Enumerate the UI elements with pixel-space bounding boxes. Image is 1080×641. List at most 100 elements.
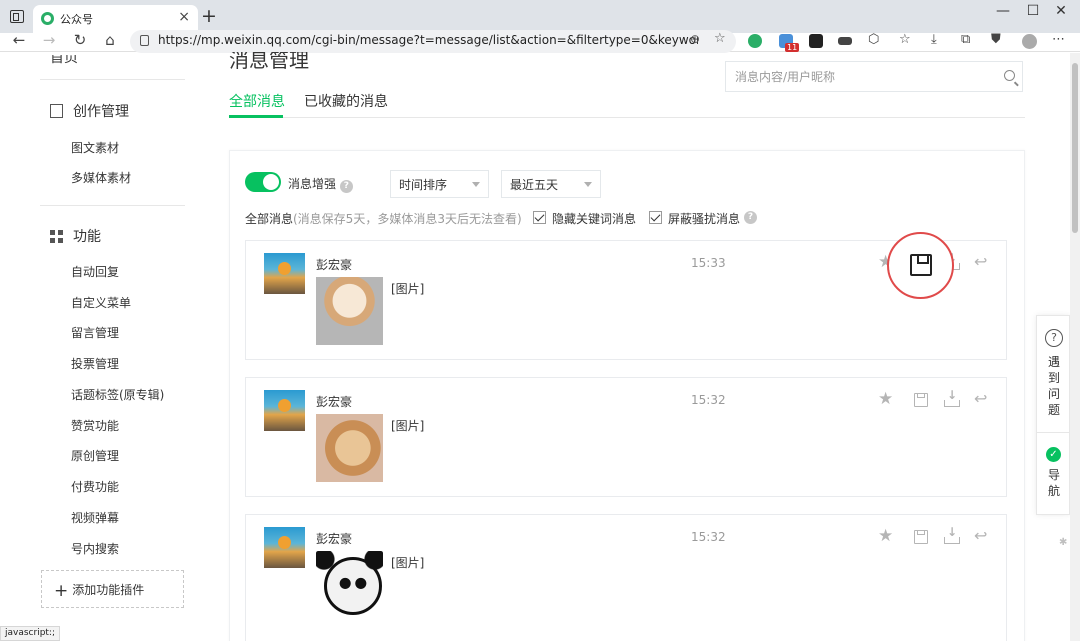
new-tab-button[interactable]: + bbox=[201, 5, 217, 27]
image-thumbnail[interactable] bbox=[316, 277, 383, 345]
scrollbar[interactable] bbox=[1070, 53, 1080, 641]
close-window-button[interactable]: ✕ bbox=[1051, 3, 1071, 19]
section-features: 功能 bbox=[50, 226, 101, 246]
extension-dark-icon[interactable] bbox=[809, 34, 823, 48]
tab-starred-messages[interactable]: 已收藏的消息 bbox=[304, 91, 388, 111]
sidebar-item-rewards[interactable]: 赞赏功能 bbox=[71, 417, 119, 434]
zoom-icon[interactable]: ⊕ bbox=[690, 32, 700, 46]
caret-down-icon bbox=[584, 182, 592, 187]
star-icon[interactable]: ★ bbox=[878, 526, 896, 546]
star-icon[interactable]: ★ bbox=[878, 389, 896, 409]
shield-icon[interactable]: ⛊ bbox=[991, 32, 1001, 47]
browser-toolbar: ← → ↻ ⌂ https://mp.weixin.qq.com/cgi-bin… bbox=[0, 30, 1080, 53]
sidebar-item-danmaku[interactable]: 视频弹幕 bbox=[71, 509, 119, 526]
avatar[interactable] bbox=[264, 527, 305, 568]
add-plugin-button[interactable]: + 添加功能插件 bbox=[41, 570, 184, 608]
message-time: 15:32 bbox=[691, 393, 726, 407]
message-type: [图片] bbox=[391, 282, 425, 296]
extension-green-icon[interactable] bbox=[748, 34, 762, 48]
sender-name[interactable]: 彭宏豪 bbox=[316, 393, 352, 410]
tab-all-messages[interactable]: 全部消息 bbox=[229, 91, 285, 111]
tab-close-icon[interactable]: × bbox=[178, 9, 190, 25]
nav-check-icon[interactable]: ✓ bbox=[1046, 447, 1061, 462]
document-icon bbox=[50, 104, 63, 118]
range-select[interactable]: 最近五天 bbox=[501, 170, 601, 198]
section-create: 创作管理 bbox=[50, 101, 129, 121]
save-icon[interactable] bbox=[910, 254, 932, 276]
save-icon[interactable] bbox=[912, 528, 930, 546]
sidebar-item-search[interactable]: 号内搜索 bbox=[71, 540, 119, 557]
divider bbox=[40, 205, 185, 206]
message-type: [图片] bbox=[391, 556, 425, 570]
reply-icon[interactable]: ↩ bbox=[974, 526, 992, 545]
sidebar-item-auto-reply[interactable]: 自动回复 bbox=[71, 263, 119, 280]
search-box[interactable] bbox=[725, 61, 1023, 92]
download-icon[interactable] bbox=[943, 525, 961, 546]
search-icon[interactable] bbox=[1004, 70, 1015, 81]
tab-title: 公众号 bbox=[60, 13, 93, 26]
pin-icon[interactable]: ✱ bbox=[1059, 537, 1067, 548]
help-icon[interactable]: ? bbox=[744, 211, 757, 224]
puzzle-icon[interactable]: ⬡ bbox=[868, 32, 879, 47]
help-label[interactable]: 遇到问题 bbox=[1046, 354, 1062, 418]
favorites-icon[interactable]: ☆ bbox=[899, 32, 911, 47]
scrollbar-thumb[interactable] bbox=[1072, 63, 1078, 233]
reply-icon[interactable]: ↩ bbox=[974, 389, 992, 408]
hide-keyword-label[interactable]: 隐藏关键词消息 bbox=[552, 210, 636, 227]
image-thumbnail[interactable] bbox=[316, 414, 383, 482]
search-input[interactable] bbox=[726, 62, 986, 91]
sidebar-item-paid[interactable]: 付费功能 bbox=[71, 478, 119, 495]
sidebar-item-articles[interactable]: 图文素材 bbox=[71, 139, 119, 156]
help-icon[interactable]: ? bbox=[339, 180, 353, 193]
block-spam-label[interactable]: 屏蔽骚扰消息 bbox=[668, 210, 740, 227]
minimize-button[interactable]: — bbox=[993, 3, 1013, 19]
avatar[interactable] bbox=[264, 390, 305, 431]
divider bbox=[40, 79, 185, 80]
extension-badge: 11 bbox=[785, 43, 800, 52]
sidebar-item-topics[interactable]: 话题标签(原专辑) bbox=[71, 386, 164, 403]
sidebar-item-votes[interactable]: 投票管理 bbox=[71, 355, 119, 372]
status-bar: javascript:; bbox=[0, 626, 61, 641]
address-bar[interactable]: https://mp.weixin.qq.com/cgi-bin/message… bbox=[130, 30, 736, 53]
window-menu-icon[interactable] bbox=[10, 10, 24, 23]
enhance-toggle[interactable] bbox=[245, 172, 281, 192]
profile-avatar[interactable] bbox=[1022, 34, 1037, 49]
download-icon[interactable] bbox=[943, 388, 961, 409]
browser-tab-bar: 公众号 × + — ☐ ✕ bbox=[0, 0, 1080, 33]
avatar[interactable] bbox=[264, 253, 305, 294]
message-time: 15:33 bbox=[691, 256, 726, 270]
filter-all-label: 全部消息 bbox=[245, 212, 294, 226]
message-time: 15:32 bbox=[691, 530, 726, 544]
sender-name[interactable]: 彭宏豪 bbox=[316, 530, 352, 547]
sidebar-item-original[interactable]: 原创管理 bbox=[71, 447, 119, 464]
sidebar-item-comments[interactable]: 留言管理 bbox=[71, 324, 119, 341]
reply-icon[interactable]: ↩ bbox=[974, 252, 992, 271]
tabs-divider bbox=[229, 117, 1025, 118]
question-icon[interactable]: ? bbox=[1045, 329, 1063, 347]
maximize-button[interactable]: ☐ bbox=[1023, 3, 1043, 19]
collections-icon[interactable]: ⧉ bbox=[961, 32, 970, 47]
extension-glasses-icon[interactable] bbox=[838, 37, 852, 45]
block-spam-checkbox[interactable] bbox=[649, 211, 662, 224]
save-icon[interactable] bbox=[912, 391, 930, 409]
plus-icon: + bbox=[54, 581, 69, 601]
url-text: https://mp.weixin.qq.com/cgi-bin/message… bbox=[158, 33, 698, 47]
image-thumbnail[interactable] bbox=[316, 551, 383, 619]
message-type: [图片] bbox=[391, 419, 425, 433]
home-button[interactable]: ⌂ bbox=[100, 31, 120, 49]
back-button[interactable]: ← bbox=[9, 31, 29, 49]
hide-keyword-checkbox[interactable] bbox=[533, 211, 546, 224]
caret-down-icon bbox=[472, 182, 480, 187]
reload-button[interactable]: ↻ bbox=[70, 31, 90, 49]
grid-icon bbox=[50, 230, 63, 243]
download-icon[interactable]: ⤓ bbox=[931, 32, 937, 47]
sort-select[interactable]: 时间排序 bbox=[390, 170, 489, 198]
sidebar-item-media[interactable]: 多媒体素材 bbox=[71, 169, 131, 186]
more-menu-icon[interactable]: ⋯ bbox=[1052, 32, 1065, 47]
nav-label[interactable]: 导航 bbox=[1046, 467, 1062, 499]
forward-button[interactable]: → bbox=[39, 31, 59, 49]
sender-name[interactable]: 彭宏豪 bbox=[316, 256, 352, 273]
favorite-star-icon[interactable]: ☆ bbox=[714, 31, 726, 46]
browser-tab[interactable]: 公众号 × bbox=[33, 5, 198, 33]
sidebar-item-custom-menu[interactable]: 自定义菜单 bbox=[71, 294, 131, 311]
